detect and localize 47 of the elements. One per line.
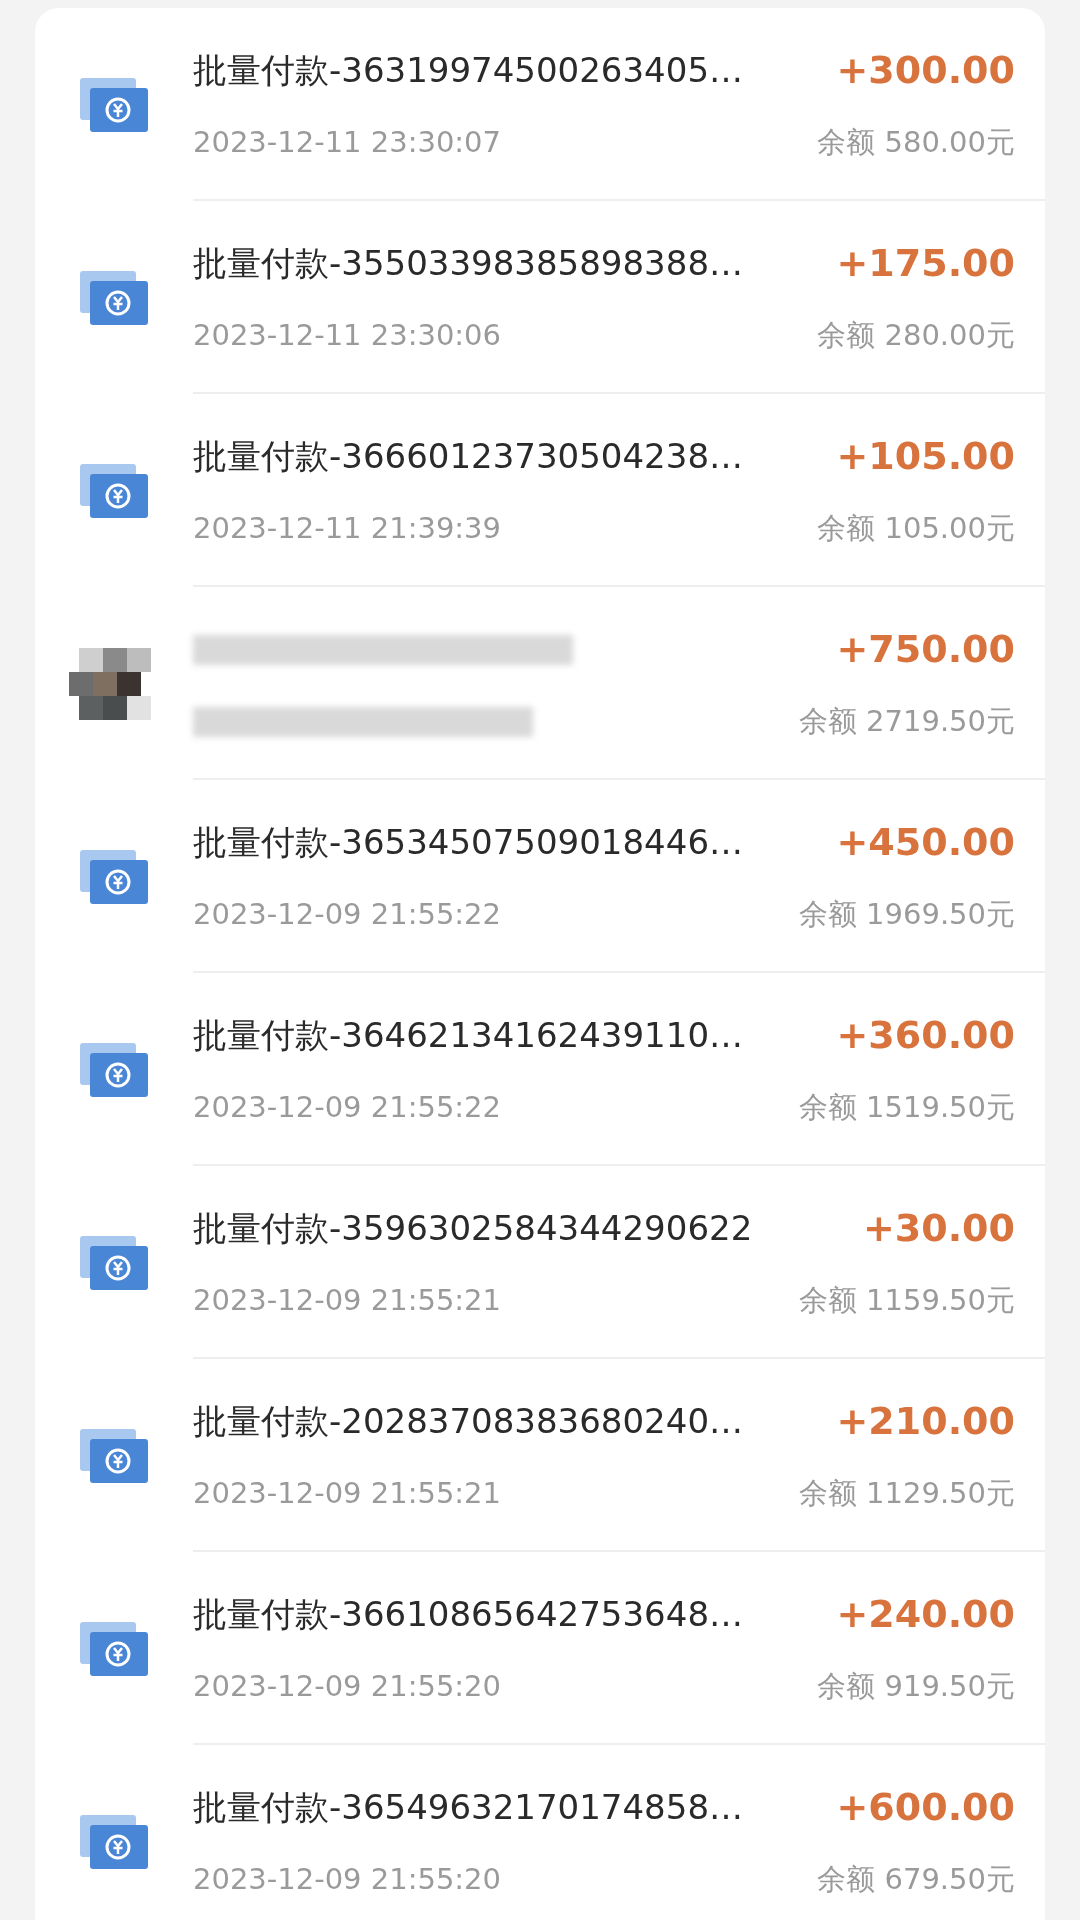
- transaction-amount: +240.00: [836, 1591, 1015, 1639]
- payment-icon: [78, 268, 150, 327]
- transaction-title: 批量付款-36660123730504238…: [193, 435, 743, 479]
- payment-icon: [78, 75, 150, 134]
- transaction-time: 2023-12-11 23:30:07: [193, 124, 501, 162]
- transaction-amount: +30.00: [862, 1205, 1015, 1253]
- transaction-amount: +105.00: [836, 433, 1015, 481]
- transaction-time: 2023-12-09 21:55:22: [193, 896, 501, 934]
- transaction-amount: +600.00: [836, 1784, 1015, 1832]
- transaction-amount: +750.00: [836, 626, 1015, 674]
- transaction-amount: +360.00: [836, 1012, 1015, 1060]
- transaction-time: 2023-12-09 21:55:20: [193, 1861, 501, 1899]
- payment-icon: [78, 1619, 150, 1678]
- transaction-time: 2023-12-09 21:55:21: [193, 1475, 501, 1513]
- balance-text: 余额 919.50元: [817, 1668, 1015, 1706]
- transaction-title: 批量付款-35503398385898388…: [193, 242, 743, 286]
- balance-text: 余额 1159.50元: [798, 1282, 1015, 1320]
- transaction-time: 2023-12-09 21:55:21: [193, 1282, 501, 1320]
- balance-text: 余额 280.00元: [817, 317, 1015, 355]
- transaction-title: 批量付款-36319974500263405…: [193, 49, 743, 93]
- transaction-title: 批量付款-36534507509018446…: [193, 821, 743, 865]
- balance-text: 余额 2719.50元: [798, 703, 1015, 741]
- transaction-amount: +175.00: [836, 240, 1015, 288]
- payment-icon: [78, 1426, 150, 1485]
- transaction-time: 2023-12-09 21:55:22: [193, 1089, 501, 1127]
- payment-icon: [78, 1233, 150, 1292]
- balance-text: 余额 1519.50元: [798, 1089, 1015, 1127]
- transaction-time: 2023-12-09 21:55:20: [193, 1668, 501, 1706]
- payment-icon: [78, 1812, 150, 1871]
- transaction-time: 2023-12-11 23:30:06: [193, 317, 501, 355]
- transaction-time: 2023-12-11 21:39:39: [193, 510, 501, 548]
- payment-icon: [78, 1040, 150, 1099]
- balance-text: 余额 1129.50元: [798, 1475, 1015, 1513]
- transaction-title: 批量付款-36610865642753648…: [193, 1593, 743, 1637]
- transaction-title: 批量付款-20283708383680240…: [193, 1400, 743, 1444]
- balance-text: 余额 105.00元: [817, 510, 1015, 548]
- transaction-title: 批量付款-36549632170174858…: [193, 1786, 743, 1830]
- payment-icon: [78, 847, 150, 906]
- balance-text: 余额 580.00元: [817, 124, 1015, 162]
- transaction-title: 批量付款-3596302584344290622: [193, 1207, 753, 1251]
- balance-text: 余额 1969.50元: [798, 896, 1015, 934]
- balance-text: 余额 679.50元: [817, 1861, 1015, 1899]
- transaction-amount: +450.00: [836, 819, 1015, 867]
- transaction-amount: +210.00: [836, 1398, 1015, 1446]
- transaction-title: 批量付款-36462134162439110…: [193, 1014, 743, 1058]
- payment-icon: [78, 461, 150, 520]
- transaction-amount: +300.00: [836, 47, 1015, 95]
